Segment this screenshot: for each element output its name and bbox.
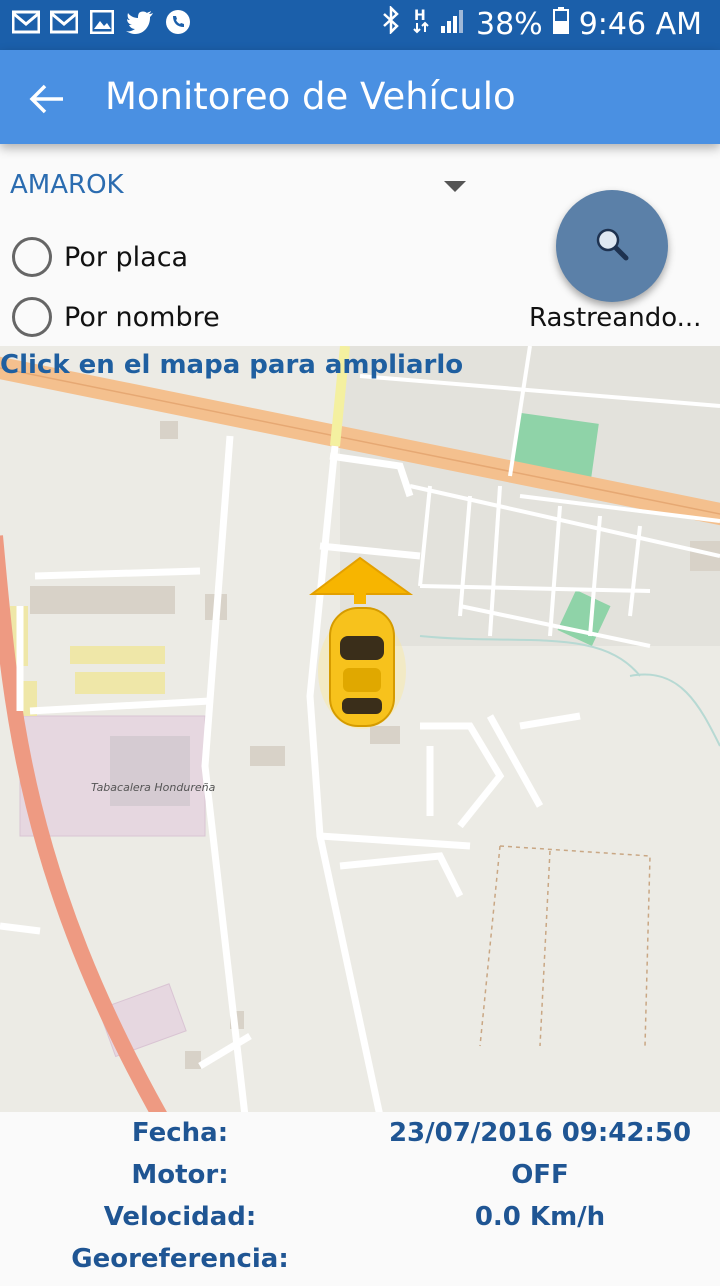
- gmail-icon: [50, 8, 78, 36]
- app-bar: Monitoreo de Vehículo: [0, 50, 720, 144]
- info-row-motor: Motor: OFF: [0, 1160, 720, 1202]
- radio-por-placa[interactable]: Por placa: [12, 235, 188, 279]
- georeferencia-label: Georeferencia:: [71, 1244, 289, 1274]
- radio-label: Por nombre: [64, 301, 220, 333]
- map-view[interactable]: Tabacalera Hondureña: [0, 346, 720, 1112]
- fecha-value: 23/07/2016 09:42:50: [388, 1118, 692, 1148]
- vehicle-select-value: AMAROK: [10, 170, 124, 200]
- velocidad-value: 0.0 Km/h: [474, 1202, 606, 1232]
- status-bar: H 38% 9:46 AM: [0, 0, 720, 50]
- vehicle-info-panel: Fecha: 23/07/2016 09:42:50 Motor: OFF Ve…: [0, 1112, 720, 1280]
- search-icon: [592, 224, 632, 269]
- h-network-icon: H: [412, 6, 430, 42]
- car-icon: [318, 607, 406, 729]
- chevron-down-icon: [444, 181, 466, 192]
- bluetooth-icon: [380, 4, 402, 42]
- page-title: Monitoreo de Vehículo: [105, 75, 516, 118]
- fecha-label: Fecha:: [131, 1118, 229, 1148]
- radio-circle[interactable]: [12, 237, 52, 277]
- map-hint: Click en el mapa para ampliarlo: [0, 350, 464, 380]
- system-status: H 38% 9:46 AM: [380, 4, 702, 42]
- map-canvas: Tabacalera Hondureña: [0, 346, 720, 1112]
- motor-label: Motor:: [131, 1160, 229, 1190]
- phone-icon: [164, 8, 192, 36]
- info-row-velocidad: Velocidad: 0.0 Km/h: [0, 1202, 720, 1244]
- radio-por-nombre[interactable]: Por nombre: [12, 295, 220, 339]
- track-button[interactable]: [556, 190, 668, 302]
- radio-label: Por placa: [64, 241, 189, 273]
- velocidad-label: Velocidad:: [103, 1202, 257, 1232]
- motor-value: OFF: [511, 1160, 569, 1190]
- notification-icons: [12, 8, 192, 36]
- gmail-icon: [12, 8, 40, 36]
- signal-icon: [440, 7, 466, 42]
- place-label: Tabacalera Hondureña: [91, 781, 216, 794]
- back-button[interactable]: [22, 76, 72, 126]
- battery-icon: [552, 6, 569, 42]
- radio-circle[interactable]: [12, 297, 52, 337]
- image-icon: [88, 8, 116, 36]
- track-status-label: Rastreando...: [529, 303, 702, 333]
- clock: 9:46 AM: [578, 6, 702, 42]
- vehicle-select[interactable]: AMAROK: [10, 166, 470, 206]
- svg-text:H: H: [414, 8, 426, 24]
- info-row-fecha: Fecha: 23/07/2016 09:42:50: [0, 1118, 720, 1160]
- arrow-back-icon: [29, 83, 65, 120]
- battery-percent: 38%: [476, 6, 543, 42]
- twitter-icon: [126, 8, 154, 36]
